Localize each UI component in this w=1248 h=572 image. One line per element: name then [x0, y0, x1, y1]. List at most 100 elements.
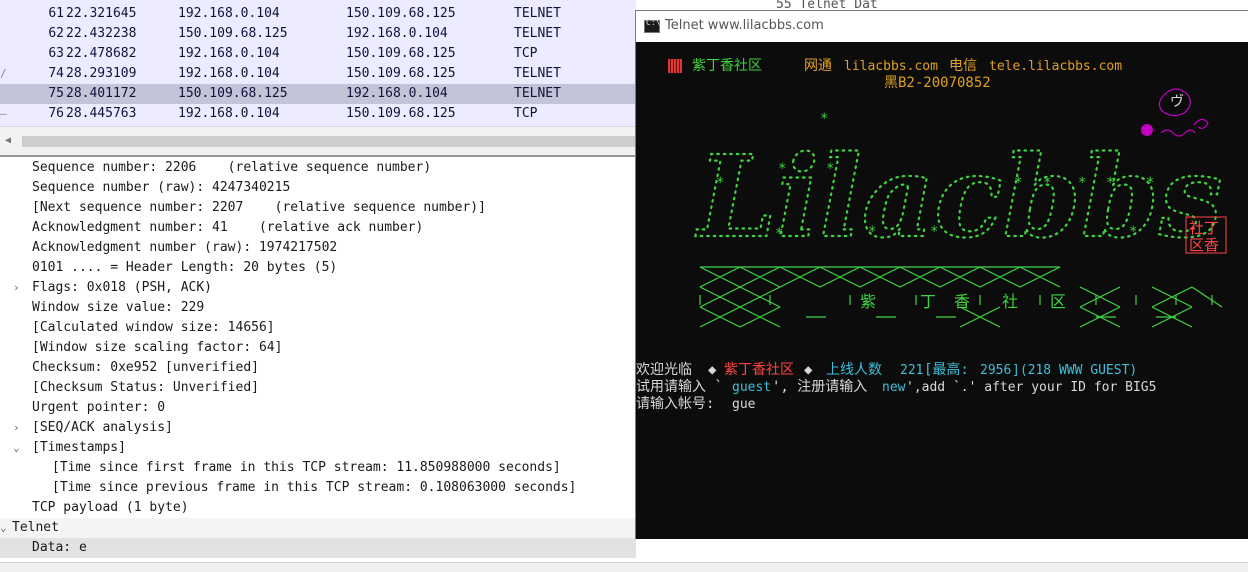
- packet-number: 63: [48, 46, 64, 61]
- packet-time: 28.293109: [66, 66, 137, 81]
- chevron-right-icon[interactable]: ›: [13, 278, 25, 298]
- packet-source: 192.168.0.104: [178, 66, 280, 81]
- detail-field[interactable]: [SEQ/ACK analysis]: [32, 418, 173, 438]
- packet-source: 150.109.68.125: [178, 26, 288, 41]
- packet-source: 150.109.68.125: [178, 86, 288, 101]
- hint-new-word: new: [882, 380, 906, 395]
- packet-time: 28.401172: [66, 86, 137, 101]
- hint-suffix: ',add `.' after your ID for BIG5: [906, 380, 1157, 395]
- horizontal-scrollbar[interactable]: ◀: [0, 126, 636, 157]
- detail-field[interactable]: 0101 .... = Header Length: 20 bytes (5): [32, 258, 337, 278]
- telnet-tree-item[interactable]: ⌄ Telnet: [0, 518, 636, 538]
- detail-field[interactable]: [Window size scaling factor: 64]: [32, 338, 282, 358]
- packet-row[interactable]: 61 22.321645 192.168.0.104 150.109.68.125 TE…: [0, 4, 636, 24]
- svg-text:*: *: [1043, 175, 1051, 191]
- packet-source: 192.168.0.104: [178, 106, 280, 121]
- svg-text:*: *: [868, 224, 876, 240]
- telnet-window[interactable]: C:\ Telnet www.lilacbbs.com 紫丁香社区 网通 lil…: [635, 10, 1248, 539]
- packet-time: 22.478682: [66, 46, 137, 61]
- svg-text:*: *: [716, 175, 724, 191]
- peak-label: [最高:: [924, 362, 969, 378]
- detail-field[interactable]: Window size value: 229: [32, 298, 204, 318]
- detail-field[interactable]: [Time since previous frame in this TCP s…: [52, 478, 576, 498]
- telnet-data-item[interactable]: Data: e: [0, 538, 636, 558]
- hint-register-prefix: ', 注册请输入: [772, 379, 876, 395]
- scroll-left-arrow-icon[interactable]: ◀: [5, 135, 11, 146]
- peak-count: 2956: [980, 363, 1012, 378]
- detail-field[interactable]: Acknowledgment number (raw): 1974217502: [32, 238, 337, 258]
- welcome-site: 紫丁香社区: [724, 362, 794, 378]
- magenta-dot-icon: [1141, 124, 1153, 136]
- welcome-prefix: 欢迎光临: [636, 362, 701, 378]
- packet-row[interactable]: / 74 28.293109 192.168.0.104 150.109.68.125 T…: [0, 64, 636, 84]
- detail-field[interactable]: Sequence number (raw): 4247340215: [32, 178, 290, 198]
- svg-text:*: *: [820, 111, 828, 127]
- login-input[interactable]: gue: [732, 397, 755, 413]
- packet-row[interactable]: 63 22.478682 192.168.0.104 150.109.68.125 TC…: [0, 44, 636, 64]
- packet-protocol: TELNET: [514, 66, 561, 81]
- chevron-right-icon[interactable]: ›: [13, 418, 25, 438]
- chevron-down-icon[interactable]: ⌄: [13, 438, 25, 458]
- svg-text:丁: 丁: [920, 292, 936, 311]
- packet-row[interactable]: — 76 28.445763 192.168.0.104 150.109.68.125 T…: [0, 104, 636, 124]
- detail-field[interactable]: TCP payload (1 byte): [32, 498, 189, 518]
- packet-destination: 150.109.68.125: [346, 6, 456, 21]
- packet-destination: 150.109.68.125: [346, 46, 456, 61]
- detail-field[interactable]: [Checksum Status: Unverified]: [32, 378, 259, 398]
- seal-text-bottom: 区香: [1189, 236, 1219, 254]
- svg-text:*: *: [1014, 175, 1022, 191]
- svg-text:区: 区: [1050, 292, 1066, 311]
- packet-number: 76: [48, 106, 64, 121]
- packet-destination: 150.109.68.125: [346, 66, 456, 81]
- hint-try-prefix: 试用请输入 `: [636, 379, 723, 395]
- svg-text:社: 社: [1002, 292, 1018, 311]
- packet-destination: 192.168.0.104: [346, 86, 448, 101]
- online-count: 221: [900, 363, 924, 378]
- svg-text:*: *: [1078, 175, 1086, 191]
- packet-details-pane[interactable]: Sequence number: 2206 (relative sequence…: [0, 158, 636, 561]
- detail-field[interactable]: Urgent pointer: 0: [32, 398, 165, 418]
- packet-number: 75: [48, 86, 64, 101]
- decoration-char: ヴ: [1170, 93, 1184, 110]
- telnet-data-label: Data: e: [32, 540, 87, 555]
- svg-text:香: 香: [954, 292, 970, 311]
- packet-destination: 192.168.0.104: [346, 26, 448, 41]
- ascii-art-banner: Lilacbbs ** * * * * * * * * * * * ヴ 社丁 区香: [694, 88, 1227, 328]
- packet-row[interactable]: 75 28.401172 150.109.68.125 192.168.0.104 TE…: [0, 84, 636, 104]
- svg-text:*: *: [1146, 175, 1154, 191]
- seal-text-top: 社丁: [1189, 219, 1219, 237]
- detail-field[interactable]: [Calculated window size: 14656]: [32, 318, 275, 338]
- packet-source: 192.168.0.104: [178, 46, 280, 61]
- packet-protocol: TELNET: [514, 86, 561, 101]
- svg-text:紫: 紫: [860, 292, 876, 311]
- detail-field[interactable]: [Timestamps]: [32, 438, 126, 458]
- detail-field[interactable]: Sequence number: 2206 (relative sequence…: [32, 158, 431, 178]
- scrollbar-thumb[interactable]: [22, 136, 636, 147]
- detail-field[interactable]: Flags: 0x018 (PSH, ACK): [32, 278, 212, 298]
- packet-list[interactable]: 61 22.321645 192.168.0.104 150.109.68.125 TE…: [0, 0, 636, 126]
- packet-number: 74: [48, 66, 64, 81]
- background-window-text: 55 Telnet Dat: [776, 0, 878, 8]
- detail-field[interactable]: [Time since first frame in this TCP stre…: [52, 458, 561, 478]
- pane-divider[interactable]: [0, 155, 636, 157]
- svg-text:*: *: [1106, 175, 1114, 191]
- packet-protocol: TCP: [514, 106, 538, 121]
- detail-field[interactable]: Checksum: 0xe952 [unverified]: [32, 358, 259, 378]
- detail-field[interactable]: [Next sequence number: 2207 (relative se…: [32, 198, 486, 218]
- packet-protocol: TELNET: [514, 26, 561, 41]
- packet-number: 61: [48, 6, 64, 21]
- detail-field[interactable]: Acknowledgment number: 41 (relative ack …: [32, 218, 423, 238]
- svg-text:*: *: [930, 224, 938, 240]
- login-prompt-label: 请输入帐号:: [636, 396, 715, 412]
- diamond-icon: ◆: [708, 362, 717, 378]
- packet-time: 22.321645: [66, 6, 137, 21]
- packet-row[interactable]: 62 22.432238 150.109.68.125 192.168.0.104 TE…: [0, 24, 636, 44]
- banner-logo-text: Lilacbbs: [695, 132, 1222, 263]
- hint-guest-word: guest: [732, 380, 772, 395]
- telnet-label: Telnet: [12, 520, 59, 535]
- svg-text:*: *: [826, 161, 834, 177]
- svg-text:*: *: [775, 226, 783, 242]
- packet-protocol: TCP: [514, 46, 538, 61]
- chevron-down-icon[interactable]: ⌄: [0, 518, 12, 538]
- guest-info: ](218 WWW GUEST): [1012, 363, 1138, 378]
